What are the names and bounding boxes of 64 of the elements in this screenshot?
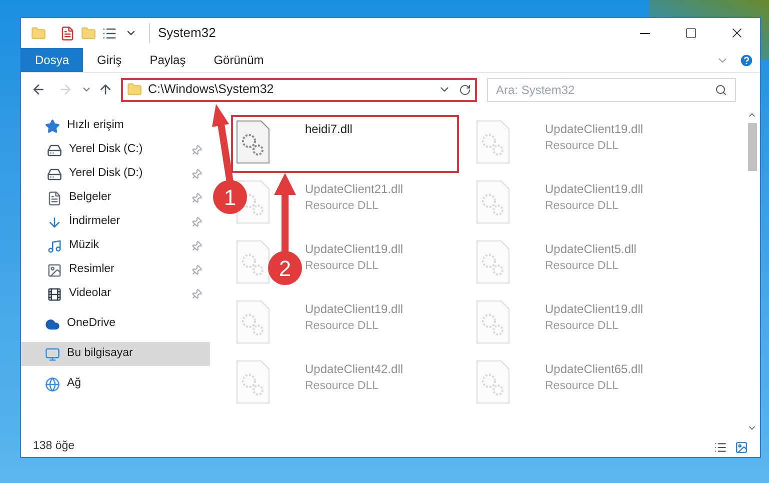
search-input[interactable]: Ara: System32: [496, 80, 715, 98]
sidebar-item[interactable]: Ağ: [21, 372, 210, 396]
file-name[interactable]: heidi7.dll: [305, 120, 352, 138]
details-view-icon[interactable]: [714, 440, 727, 454]
search-field[interactable]: Ara: System32: [487, 78, 736, 102]
file-type: Resource DLL: [545, 379, 620, 394]
document-icon: [47, 190, 62, 206]
file-type: Resource DLL: [305, 319, 380, 334]
ribbon-tab[interactable]: Giriş: [83, 48, 136, 72]
sidebar-item[interactable]: Resimler: [21, 258, 210, 282]
dll-file-icon: [236, 120, 270, 164]
sidebar-item[interactable]: Videolar: [21, 282, 210, 306]
folder-icon: [127, 82, 142, 97]
maximize-icon: [685, 27, 697, 39]
globe-icon: [45, 376, 60, 392]
file-type: Resource DLL: [545, 259, 620, 274]
sidebar-item[interactable]: OneDrive: [21, 312, 210, 336]
ribbon-tab[interactable]: Dosya: [21, 48, 84, 72]
cloud-icon: [45, 316, 60, 332]
dll-file-icon: [236, 360, 270, 404]
up-icon[interactable]: [98, 82, 113, 97]
large-icons-view-icon[interactable]: [735, 440, 748, 454]
ribbon-tab[interactable]: Görünüm: [200, 48, 278, 72]
file-type: Resource DLL: [305, 199, 380, 214]
sidebar-item[interactable]: İndirmeler: [21, 210, 210, 234]
dll-file-icon: [476, 180, 510, 224]
file-item[interactable]: heidi7.dll: [231, 115, 459, 173]
file-type: Resource DLL: [305, 259, 380, 274]
sidebar-item[interactable]: Hızlı erişim: [21, 114, 210, 138]
dll-file-icon: [476, 240, 510, 284]
file-type: Resource DLL: [545, 199, 620, 214]
dll-file-icon: [236, 240, 270, 284]
drive-icon: [47, 142, 62, 158]
film-icon: [47, 286, 62, 302]
monitor-icon: [45, 346, 60, 362]
dll-file-icon: [476, 120, 510, 164]
dll-file-icon: [476, 300, 510, 344]
sidebar-item[interactable]: Bu bilgisayar: [21, 342, 210, 366]
view-icon[interactable]: [102, 26, 117, 40]
refresh-icon[interactable]: [459, 84, 471, 96]
help-icon[interactable]: [739, 52, 754, 68]
sidebar-item[interactable]: Belgeler: [21, 186, 210, 210]
download-icon: [47, 214, 62, 230]
sidebar-item[interactable]: Yerel Disk (C:): [21, 138, 210, 162]
properties-icon[interactable]: [60, 26, 75, 40]
star-icon: [45, 118, 60, 134]
search-icon[interactable]: [715, 84, 727, 96]
item-count: 138 öğe: [33, 439, 75, 454]
ribbon-tab[interactable]: Paylaş: [136, 48, 200, 72]
address-field[interactable]: C:\Windows\System32: [121, 78, 477, 102]
drive-icon: [47, 166, 62, 182]
window-title: System32: [149, 23, 216, 43]
dll-file-icon: [476, 360, 510, 404]
music-note-icon: [47, 238, 62, 254]
dll-file-icon: [236, 300, 270, 344]
minimize-icon: [640, 32, 650, 34]
sidebar-item[interactable]: Yerel Disk (D:): [21, 162, 210, 186]
file-type: Resource DLL: [545, 319, 620, 334]
picture-icon: [47, 262, 62, 278]
back-icon[interactable]: [31, 82, 46, 97]
scrollbar-thumb[interactable]: [748, 123, 756, 171]
sidebar-item[interactable]: Müzik: [21, 234, 210, 258]
file-type: Resource DLL: [305, 379, 380, 394]
file-type: Resource DLL: [545, 139, 620, 154]
